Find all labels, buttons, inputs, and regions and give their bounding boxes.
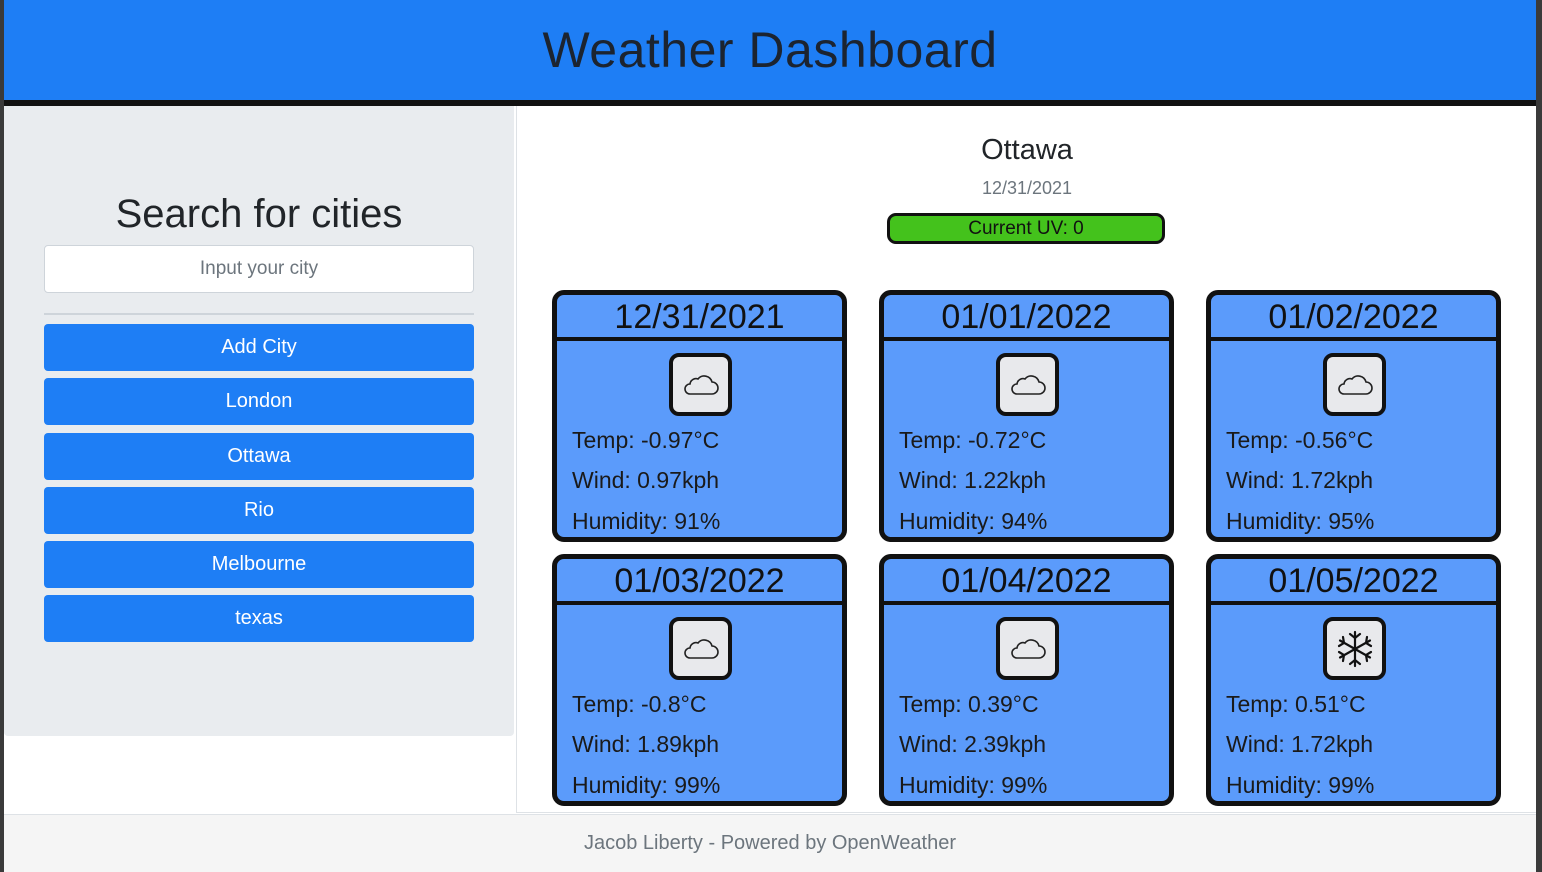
page-footer: Jacob Liberty - Powered by OpenWeather — [4, 814, 1536, 872]
page-title: Weather Dashboard — [542, 22, 998, 78]
forecast-humidity: Humidity: 99% — [572, 772, 721, 798]
forecast-temp: Temp: -0.97°C — [572, 427, 720, 453]
forecast-temp: Temp: 0.51°C — [1226, 691, 1366, 717]
city-button-london[interactable]: London — [44, 378, 474, 425]
add-city-button[interactable]: Add City — [44, 324, 474, 371]
forecast-wind: Wind: 1.72kph — [1226, 467, 1374, 493]
city-search-input[interactable] — [44, 245, 474, 293]
forecast-temp: Temp: 0.39°C — [899, 691, 1039, 717]
city-button-ottawa[interactable]: Ottawa — [44, 433, 474, 480]
forecast-date: 01/04/2022 — [884, 559, 1169, 605]
snowflake-icon — [1323, 617, 1386, 680]
forecast-card: 12/31/2021 Temp: -0.97°C Wind: 0.97kph H… — [552, 290, 847, 542]
forecast-humidity: Humidity: 99% — [899, 772, 1048, 798]
window-border-right — [1536, 0, 1542, 872]
forecast-temp: Temp: -0.72°C — [899, 427, 1047, 453]
sidebar-divider — [44, 313, 474, 315]
search-heading: Search for cities — [115, 192, 403, 236]
forecast-wind: Wind: 1.89kph — [572, 731, 720, 757]
forecast-humidity: Humidity: 95% — [1226, 508, 1375, 534]
forecast-humidity: Humidity: 91% — [572, 508, 721, 534]
search-sidebar: Search for cities Add City London Ottawa… — [4, 106, 514, 736]
city-button-texas[interactable]: texas — [44, 595, 474, 642]
forecast-card: 01/01/2022 Temp: -0.72°C Wind: 1.22kph H… — [879, 290, 1174, 542]
forecast-wind: Wind: 1.72kph — [1226, 731, 1374, 757]
forecast-date: 12/31/2021 — [557, 295, 842, 341]
forecast-date: 01/02/2022 — [1211, 295, 1496, 341]
forecast-temp: Temp: -0.56°C — [1226, 427, 1374, 453]
city-button-melbourne[interactable]: Melbourne — [44, 541, 474, 588]
cloud-icon — [669, 353, 732, 416]
forecast-humidity: Humidity: 94% — [899, 508, 1048, 534]
cloud-icon — [996, 617, 1059, 680]
weather-main: Ottawa 12/31/2021 Current UV: 0 12/31/20… — [516, 106, 1536, 813]
forecast-humidity: Humidity: 99% — [1226, 772, 1375, 798]
forecast-card: 01/05/2022 Temp: 0.51°C Wind: 1.72kph Hu… — [1206, 554, 1501, 806]
forecast-card: 01/03/2022 Temp: -0.8°C Wind: 1.89kph Hu… — [552, 554, 847, 806]
cloud-icon — [1323, 353, 1386, 416]
footer-credit: Jacob Liberty - Powered by OpenWeather — [583, 832, 957, 854]
forecast-temp: Temp: -0.8°C — [572, 691, 707, 717]
forecast-date: 01/01/2022 — [884, 295, 1169, 341]
forecast-date: 01/03/2022 — [557, 559, 842, 605]
forecast-card: 01/02/2022 Temp: -0.56°C Wind: 1.72kph H… — [1206, 290, 1501, 542]
forecast-wind: Wind: 0.97kph — [572, 467, 720, 493]
forecast-date: 01/05/2022 — [1211, 559, 1496, 605]
current-date: 12/31/2021 — [981, 178, 1073, 198]
page-header: Weather Dashboard — [4, 0, 1536, 100]
forecast-wind: Wind: 1.22kph — [899, 467, 1047, 493]
forecast-wind: Wind: 2.39kph — [899, 731, 1047, 757]
cloud-icon — [669, 617, 732, 680]
uv-index-badge: Current UV: 0 — [887, 213, 1165, 244]
cloud-icon — [996, 353, 1059, 416]
current-city-name: Ottawa — [981, 134, 1073, 166]
forecast-card: 01/04/2022 Temp: 0.39°C Wind: 2.39kph Hu… — [879, 554, 1174, 806]
city-button-rio[interactable]: Rio — [44, 487, 474, 534]
